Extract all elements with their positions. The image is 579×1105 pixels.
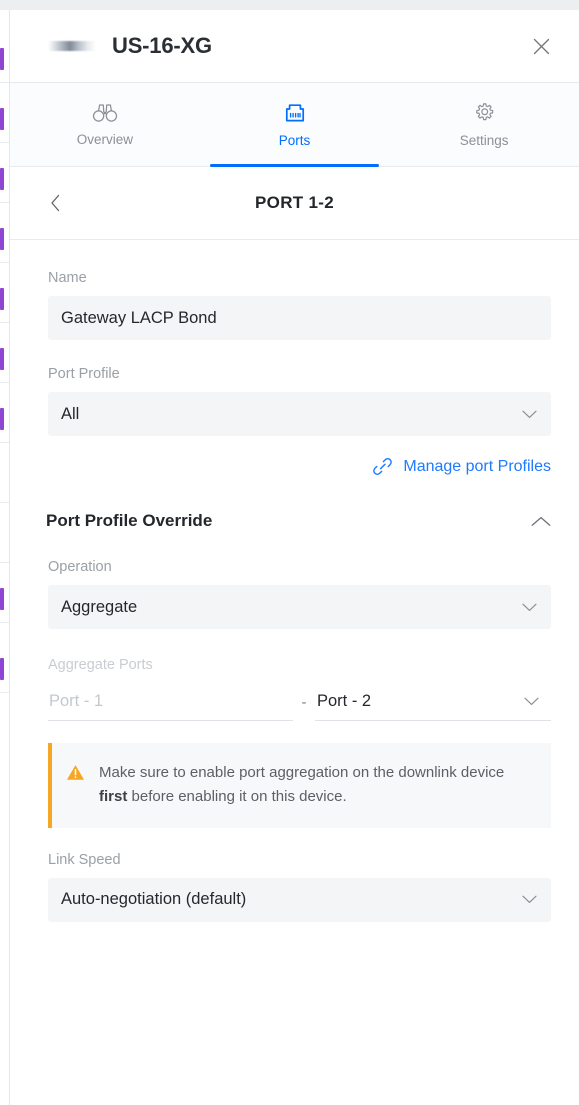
background-list-edge <box>0 10 10 1105</box>
port-profile-override-header[interactable]: Port Profile Override <box>46 511 551 531</box>
aggregate-separator: - <box>301 694 307 711</box>
page-title: PORT 1-2 <box>255 193 334 212</box>
operation-value: Aggregate <box>61 597 138 616</box>
port-profile-override-title: Port Profile Override <box>46 511 213 530</box>
binoculars-icon <box>92 103 117 122</box>
aggregate-port-a-input: Port - 1 <box>48 683 293 721</box>
top-gutter-strip <box>0 0 579 10</box>
tab-overview-label: Overview <box>76 131 133 147</box>
aggregate-port-b-value: Port - 2 <box>317 692 372 710</box>
manage-port-profiles-link[interactable]: Manage port Profiles <box>48 456 551 477</box>
tab-overview[interactable]: Overview <box>10 83 200 166</box>
aggregate-port-b-select[interactable]: Port - 2 <box>315 683 551 721</box>
chevron-left-icon <box>50 194 59 212</box>
sub-header: PORT 1-2 <box>10 167 579 240</box>
field-port-profile: Port Profile All <box>48 366 551 436</box>
warning-text-bold: first <box>99 788 128 806</box>
link-speed-select[interactable]: Auto-negotiation (default) <box>48 877 551 922</box>
chevron-down-icon <box>522 410 537 418</box>
close-icon <box>533 38 549 54</box>
switch-device-thumbnail-icon <box>48 41 96 51</box>
app-root: US-16-XG Overview Ports Settings PORT 1-… <box>0 0 579 1105</box>
device-detail-panel: US-16-XG Overview Ports Settings PORT 1-… <box>10 10 579 1105</box>
field-link-speed: Link Speed Auto-negotiation (default) <box>48 852 551 922</box>
aggregation-warning-text: Make sure to enable port aggregation on … <box>99 761 535 810</box>
name-input[interactable]: Gateway LACP Bond <box>48 296 551 340</box>
aggregate-ports-label: Aggregate Ports <box>48 657 153 673</box>
back-button[interactable] <box>40 188 70 218</box>
tab-settings[interactable]: Settings <box>389 83 579 166</box>
tab-bar: Overview Ports Settings <box>10 83 579 167</box>
field-name: Name Gateway LACP Bond <box>48 270 551 340</box>
warning-text-after: before enabling it on this device. <box>127 788 347 806</box>
chevron-up-icon <box>531 516 551 526</box>
link-speed-value: Auto-negotiation (default) <box>61 890 247 909</box>
gear-icon <box>475 103 493 121</box>
chevron-down-icon <box>524 697 539 705</box>
field-operation: Operation Aggregate <box>48 559 551 629</box>
port-profile-label: Port Profile <box>48 366 120 382</box>
manage-port-profiles-label: Manage port Profiles <box>403 457 551 475</box>
aggregation-warning-callout: Make sure to enable port aggregation on … <box>48 743 551 828</box>
panel-header: US-16-XG <box>10 10 579 83</box>
operation-label: Operation <box>48 559 112 575</box>
link-speed-label: Link Speed <box>48 851 121 868</box>
port-profile-select[interactable]: All <box>48 392 551 436</box>
operation-select[interactable]: Aggregate <box>48 585 551 629</box>
port-settings-form: Name Gateway LACP Bond Port Profile All <box>10 240 579 922</box>
close-button[interactable] <box>527 32 555 60</box>
aggregate-ports-row: Port - 1 - Port - 2 <box>48 683 551 721</box>
port-profile-value: All <box>61 404 80 423</box>
tab-settings-label: Settings <box>459 133 509 148</box>
name-label: Name <box>48 270 87 286</box>
link-chain-icon <box>373 458 393 475</box>
aggregate-port-a-value: Port - 1 <box>49 692 104 710</box>
tab-ports[interactable]: Ports <box>200 83 390 167</box>
field-aggregate-ports: Aggregate Ports Port - 1 - Port - 2 <box>48 657 551 721</box>
warning-text-before: Make sure to enable port aggregation on … <box>99 764 505 781</box>
warning-triangle-icon <box>66 765 85 780</box>
chevron-down-icon <box>522 603 537 611</box>
tab-ports-label: Ports <box>278 132 311 148</box>
device-title: US-16-XG <box>112 33 212 58</box>
chevron-down-icon <box>522 895 537 904</box>
ethernet-port-icon <box>285 103 304 121</box>
